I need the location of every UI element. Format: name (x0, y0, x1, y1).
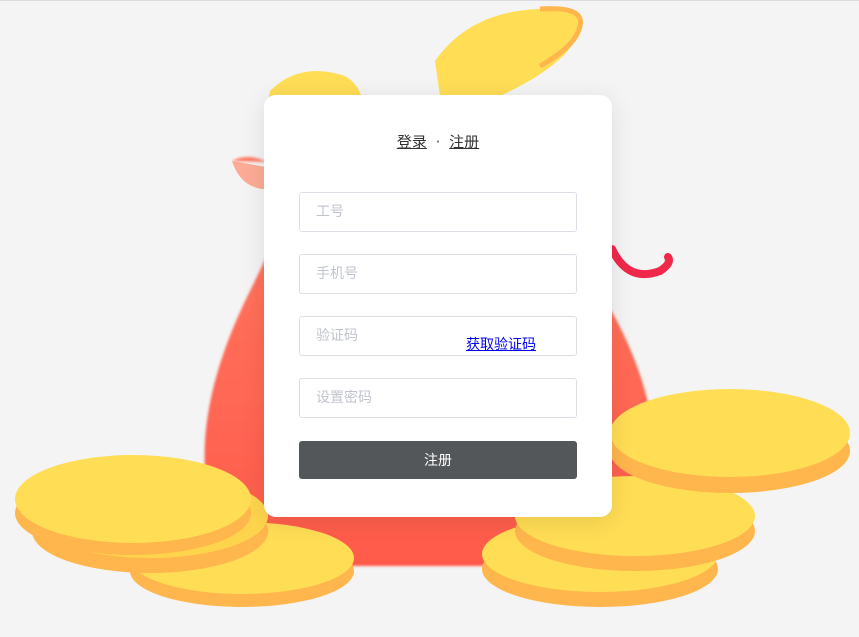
auth-tabs: 登录 · 注册 (264, 131, 612, 152)
tab-register[interactable]: 注册 (449, 133, 479, 151)
tab-separator: · (435, 133, 441, 151)
verification-code-field-wrapper: 获取验证码 (299, 316, 577, 356)
page: 登录 · 注册 获取验证码 注册 (0, 0, 859, 637)
register-card: 登录 · 注册 获取验证码 注册 (264, 95, 612, 517)
tab-login[interactable]: 登录 (397, 133, 427, 151)
phone-input[interactable] (300, 255, 576, 293)
register-button[interactable]: 注册 (299, 441, 577, 479)
get-verification-code-link[interactable]: 获取验证码 (466, 334, 536, 354)
employee-id-field-wrapper (299, 192, 577, 232)
verification-code-input[interactable] (300, 317, 460, 355)
password-input[interactable] (300, 379, 576, 417)
phone-field-wrapper (299, 254, 577, 294)
password-field-wrapper (299, 378, 577, 418)
employee-id-input[interactable] (300, 193, 576, 231)
